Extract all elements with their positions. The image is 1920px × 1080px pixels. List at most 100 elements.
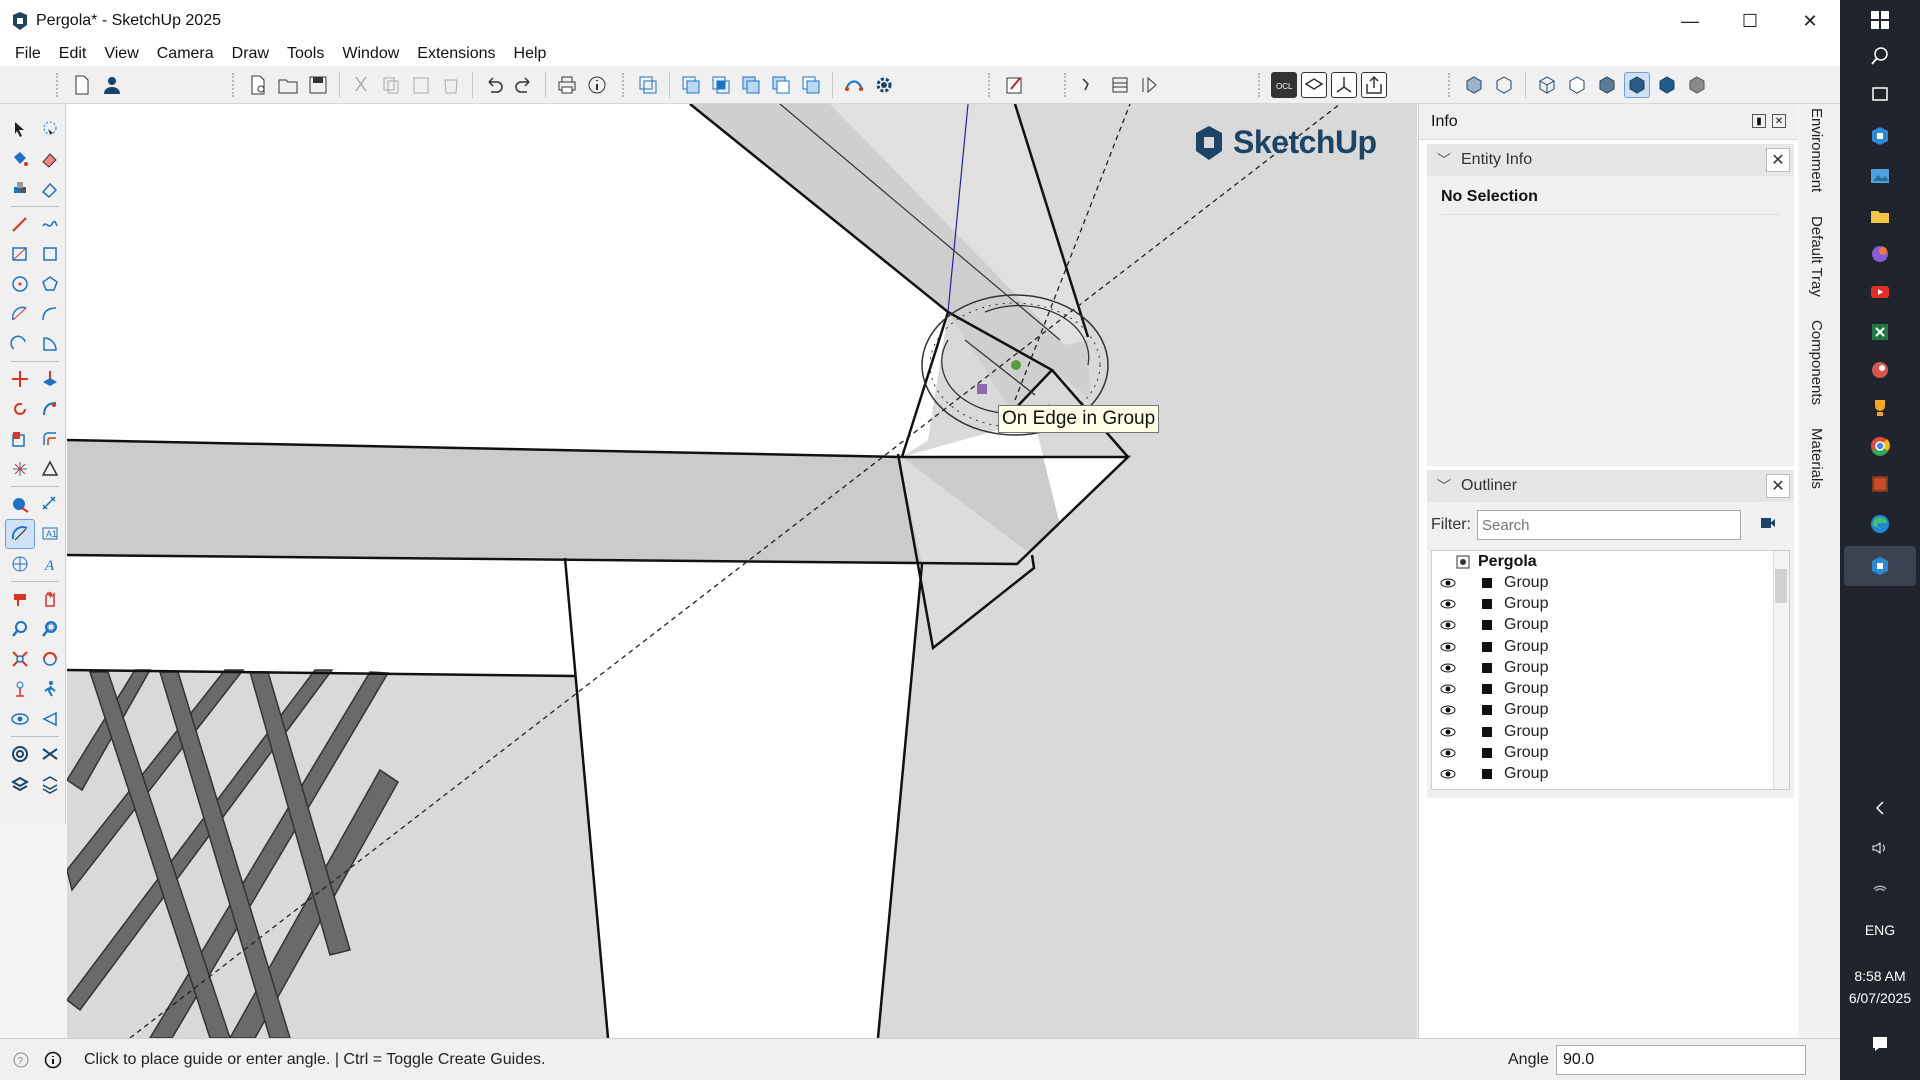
app-bird-icon[interactable] xyxy=(1866,356,1894,384)
axes-extension-icon[interactable] xyxy=(1331,72,1357,98)
tree-root-model[interactable]: Pergola xyxy=(1432,551,1789,572)
eye-icon[interactable] xyxy=(1440,620,1458,630)
offset-tool-icon[interactable] xyxy=(35,424,65,454)
wireframe-style-icon[interactable] xyxy=(1534,72,1560,98)
youtube-icon[interactable] xyxy=(1866,278,1894,306)
three-point-arc-icon[interactable] xyxy=(5,329,35,359)
union-icon[interactable] xyxy=(738,72,764,98)
rectangle-tool-icon[interactable] xyxy=(5,239,35,269)
cut-icon[interactable] xyxy=(348,72,374,98)
tree-row[interactable]: Group xyxy=(1432,615,1789,636)
xray-style-icon[interactable] xyxy=(1461,72,1487,98)
chevron-down-icon[interactable]: ﹀ xyxy=(1437,476,1453,496)
menu-help[interactable]: Help xyxy=(505,45,556,63)
sandbox-from-scratch-icon[interactable] xyxy=(35,739,65,769)
component-icon[interactable] xyxy=(635,72,661,98)
circle-tool-icon[interactable] xyxy=(5,269,35,299)
new-model-icon[interactable] xyxy=(245,72,271,98)
toolbar-grip[interactable] xyxy=(56,73,59,97)
orbit-hand-icon[interactable] xyxy=(35,584,65,614)
outliner-header[interactable]: ﹀ Outliner ✕ xyxy=(1427,470,1794,502)
sketchup-taskbar-icon[interactable] xyxy=(1866,122,1894,150)
account-icon[interactable] xyxy=(99,72,125,98)
menu-file[interactable]: File xyxy=(6,45,50,63)
zoom-tool-icon[interactable] xyxy=(5,614,35,644)
minimize-button[interactable]: — xyxy=(1660,0,1720,42)
pin-tray-icon[interactable]: ▮ xyxy=(1752,114,1766,128)
scrollbar-thumb[interactable] xyxy=(1775,569,1787,603)
erase-icon[interactable] xyxy=(438,72,464,98)
section-plane-icon[interactable] xyxy=(5,584,35,614)
toolbar-grip[interactable] xyxy=(622,73,625,97)
subtract-icon[interactable] xyxy=(768,72,794,98)
position-camera-icon[interactable] xyxy=(5,674,35,704)
map-extension-icon[interactable] xyxy=(1301,72,1327,98)
eye-icon[interactable] xyxy=(1440,578,1458,588)
tree-row[interactable]: Group xyxy=(1432,678,1789,699)
previous-view-icon[interactable] xyxy=(35,644,65,674)
flip-tool-icon[interactable] xyxy=(5,454,35,484)
save-icon[interactable] xyxy=(305,72,331,98)
tab-components[interactable]: Components xyxy=(1808,320,1825,405)
open-folder-icon[interactable] xyxy=(275,72,301,98)
chevron-down-icon[interactable]: ﹀ xyxy=(1437,150,1453,170)
search-icon[interactable] xyxy=(1866,42,1894,70)
measurements-input[interactable]: 90.0 xyxy=(1556,1045,1806,1075)
language-indicator[interactable]: ENG xyxy=(1840,922,1920,938)
eye-icon[interactable] xyxy=(1440,705,1458,715)
entity-info-header[interactable]: ﹀ Entity Info ✕ xyxy=(1427,144,1794,176)
paint-bucket-icon[interactable] xyxy=(5,144,35,174)
model-info-icon[interactable] xyxy=(584,72,610,98)
sketchup-active-icon[interactable] xyxy=(1866,552,1894,580)
tab-materials[interactable]: Materials xyxy=(1808,428,1825,489)
push-pull-icon[interactable] xyxy=(35,364,65,394)
outer-shell-icon[interactable] xyxy=(678,72,704,98)
menu-camera[interactable]: Camera xyxy=(148,45,223,63)
clock-time[interactable]: 8:58 AM xyxy=(1840,968,1920,984)
line-tool-icon[interactable] xyxy=(5,209,35,239)
redo-icon[interactable] xyxy=(511,72,537,98)
close-outliner-button[interactable]: ✕ xyxy=(1766,474,1790,498)
settings-gear-icon[interactable] xyxy=(871,72,897,98)
gray-style-icon[interactable] xyxy=(1684,72,1710,98)
sandbox-from-contours-icon[interactable] xyxy=(5,739,35,769)
chrome-icon[interactable] xyxy=(1866,432,1894,460)
chevron-left-icon[interactable] xyxy=(1866,794,1894,822)
undo-icon[interactable] xyxy=(481,72,507,98)
export-extension-icon[interactable] xyxy=(1361,72,1387,98)
instructor-info-icon[interactable] xyxy=(42,1049,64,1071)
tree-row[interactable]: Group xyxy=(1432,593,1789,614)
mirror-tool-icon[interactable] xyxy=(35,454,65,484)
eye-icon[interactable] xyxy=(1440,769,1458,779)
pergola-3d-scene[interactable] xyxy=(67,104,1417,1038)
3d-text-icon[interactable]: A xyxy=(35,549,65,579)
file-explorer-icon[interactable] xyxy=(1866,202,1894,230)
model-viewport[interactable]: SketchUp On Edge in Group xyxy=(67,104,1417,1038)
tree-row[interactable]: Group xyxy=(1432,636,1789,657)
rotated-rectangle-icon[interactable] xyxy=(35,239,65,269)
walk-tool-icon[interactable] xyxy=(35,674,65,704)
menu-draw[interactable]: Draw xyxy=(223,45,278,63)
smoove-tool-icon[interactable] xyxy=(5,769,35,799)
eye-icon[interactable] xyxy=(1440,642,1458,652)
copy-icon[interactable] xyxy=(378,72,404,98)
monochrome-style-icon[interactable] xyxy=(1654,72,1680,98)
menu-tools[interactable]: Tools xyxy=(278,45,333,63)
zoom-window-icon[interactable] xyxy=(35,614,65,644)
notifications-icon[interactable] xyxy=(1866,1030,1894,1058)
menu-extensions[interactable]: Extensions xyxy=(408,45,504,63)
close-entity-info-button[interactable]: ✕ xyxy=(1766,148,1790,172)
select-tool-icon[interactable] xyxy=(5,114,35,144)
toolbar-grip[interactable] xyxy=(988,73,991,97)
tab-default-tray[interactable]: Default Tray xyxy=(1808,216,1825,297)
tree-row[interactable]: Group xyxy=(1432,700,1789,721)
eye-icon[interactable] xyxy=(1440,663,1458,673)
geo-location-icon[interactable]: ? xyxy=(10,1049,32,1071)
clock-date[interactable]: 6/07/2025 xyxy=(1840,990,1920,1006)
volume-icon[interactable] xyxy=(1866,834,1894,862)
new-file-icon[interactable] xyxy=(69,72,95,98)
app-trophy-icon[interactable] xyxy=(1866,394,1894,422)
menu-view[interactable]: View xyxy=(95,45,147,63)
hidden-line-style-icon[interactable] xyxy=(1564,72,1590,98)
windows-start-icon[interactable] xyxy=(1866,6,1894,34)
